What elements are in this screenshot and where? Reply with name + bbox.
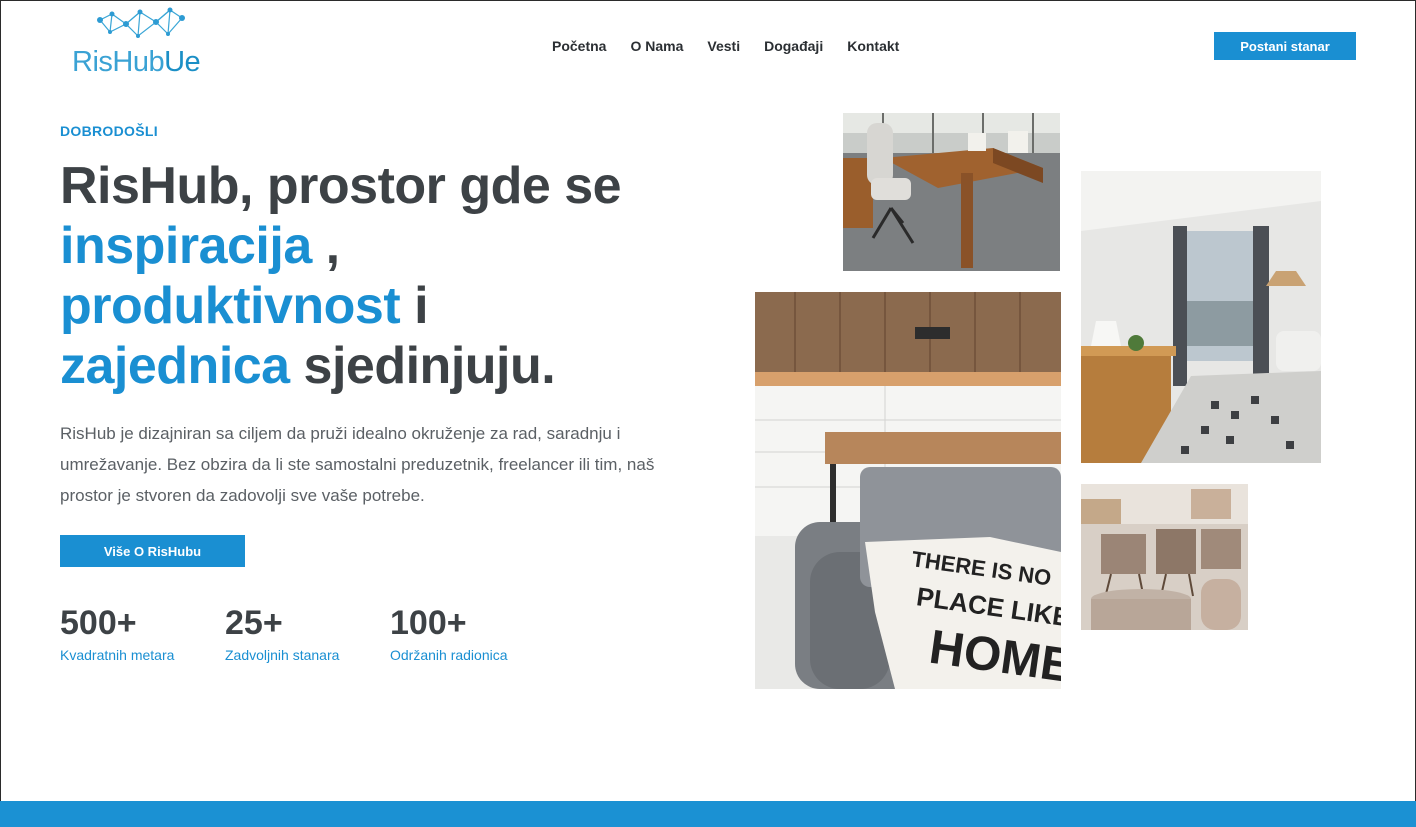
- site-logo[interactable]: RisHubUe: [70, 6, 210, 79]
- nav-item-dogadjaji[interactable]: Događaji: [764, 38, 823, 54]
- headline-highlight-inspiracija: inspiracija: [60, 217, 312, 275]
- nav-item-vesti[interactable]: Vesti: [707, 38, 740, 54]
- nav-item-pocetna[interactable]: Početna: [552, 38, 606, 54]
- stat-item: 100+ Održanih radionica: [390, 603, 590, 663]
- logo-text-rishub: RisHub: [72, 46, 165, 78]
- footer-accent-bar: [0, 801, 1416, 827]
- main-nav: Početna O Nama Vesti Događaji Kontakt: [552, 38, 923, 54]
- headline-text-3: i: [400, 277, 429, 335]
- stat-item: 500+ Kvadratnih metara: [60, 603, 225, 663]
- stat-label: Zadvoljnih stanara: [225, 647, 340, 663]
- headline-highlight-produktivnost: produktivnost: [60, 277, 401, 335]
- stat-item: 25+ Zadvoljnih stanara: [225, 603, 390, 663]
- stat-label: Održanih radionica: [390, 647, 508, 663]
- apartment-room-photo: [1081, 171, 1321, 463]
- kitchen-pillow-photo: THERE IS NO PLACE LIKE HOME: [755, 292, 1061, 689]
- more-about-button[interactable]: Više O RisHubu: [60, 535, 245, 567]
- network-logo-icon: [97, 7, 185, 38]
- hero-headline: RisHub, prostor gde se inspiracija , pro…: [60, 156, 740, 396]
- stats-row: 500+ Kvadratnih metara 25+ Zadvoljnih st…: [60, 603, 590, 663]
- logo-wordmark: RisHubUe: [72, 46, 201, 79]
- headline-text-1: RisHub, prostor gde se: [60, 157, 622, 215]
- stat-value: 500+: [60, 604, 137, 642]
- stat-value: 25+: [225, 604, 283, 642]
- headline-highlight-zajednica: zajednica: [60, 337, 290, 395]
- headline-text-2: ,: [311, 217, 340, 275]
- nav-item-kontakt[interactable]: Kontakt: [847, 38, 899, 54]
- hero-description: RisHub je dizajniran sa ciljem da pruži …: [60, 424, 655, 505]
- logo-text-ue: Ue: [164, 46, 201, 78]
- headline-text-4: sjedinjuju.: [289, 337, 556, 395]
- stat-value: 100+: [390, 604, 467, 642]
- nav-item-o-nama[interactable]: O Nama: [630, 38, 683, 54]
- lounge-chairs-photo: [1081, 484, 1248, 630]
- become-tenant-button[interactable]: Postani stanar: [1214, 32, 1356, 60]
- stat-label: Kvadratnih metara: [60, 647, 175, 663]
- hero-eyebrow: DOBRODOŠLI: [60, 123, 158, 139]
- office-desk-photo: [843, 113, 1060, 271]
